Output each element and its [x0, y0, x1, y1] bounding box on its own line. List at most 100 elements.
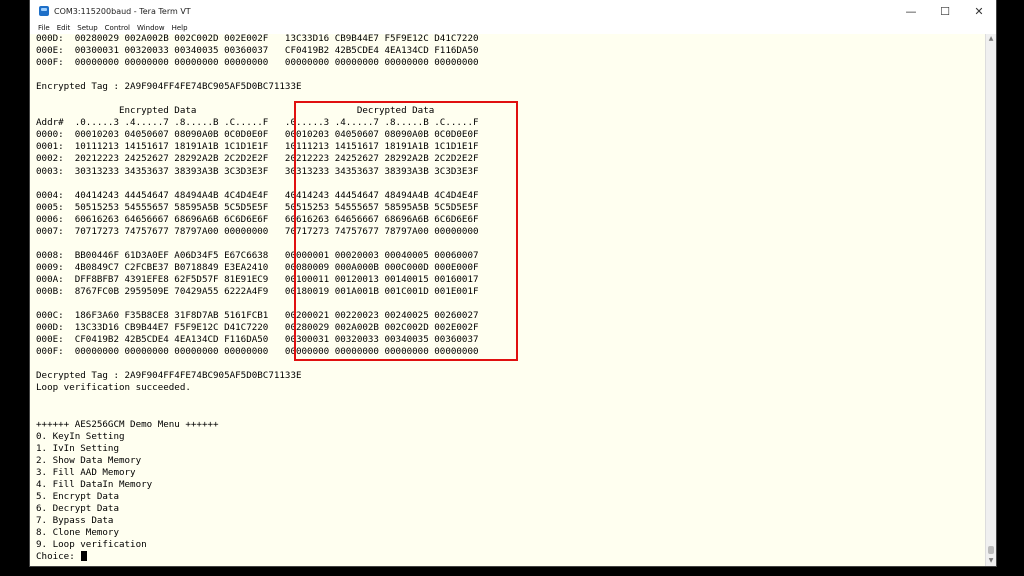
terminal-line-text: 000E: 00300031 00320033 00340035 0036003… — [36, 45, 479, 57]
terminal-line: 0001: 10111213 14151617 18191A1B 1C1D1E1… — [36, 141, 984, 153]
terminal-line: 8. Clone Memory — [36, 527, 984, 539]
terminal-line: Choice: — [36, 551, 984, 563]
terminal-line: 000D: 13C33D16 CB9B44E7 F5F9E12C D41C722… — [36, 322, 984, 334]
terminal-line: 000F: 00000000 00000000 00000000 0000000… — [36, 346, 984, 358]
window-controls: — ☐ ✕ — [894, 0, 996, 22]
maximize-icon: ☐ — [940, 4, 950, 18]
tera-term-window: COM3:115200baud - Tera Term VT — ☐ ✕ Fil… — [30, 0, 996, 566]
terminal-line: 000B: 8767FC0B 2959509E 70429A55 6222A4F… — [36, 286, 984, 298]
terminal-line: 1. IvIn Setting — [36, 443, 984, 455]
terminal-line: 0006: 60616263 64656667 68696A6B 6C6D6E6… — [36, 214, 984, 226]
terminal-line-text: 0009: 4B0849C7 C2FCBE37 B0718849 E3EA241… — [36, 261, 479, 273]
terminal-line-text: 000D: 13C33D16 CB9B44E7 F5F9E12C D41C722… — [36, 322, 479, 334]
terminal-line-text: 0. KeyIn Setting — [36, 430, 125, 442]
terminal-line: Decrypted Tag : 2A9F904FF4FE74BC905AF5D0… — [36, 370, 984, 382]
close-button[interactable]: ✕ — [962, 0, 996, 22]
terminal-line: 0007: 70717273 74757677 78797A00 0000000… — [36, 226, 984, 238]
minimize-button[interactable]: — — [894, 0, 928, 22]
terminal-line-text: 000E: CF0419B2 42B5CDE4 4EA134CD F116DA5… — [36, 334, 479, 346]
terminal-line: 0002: 20212223 24252627 28292A2B 2C2D2E2… — [36, 153, 984, 165]
terminal-line-text: 7. Bypass Data — [36, 514, 114, 526]
terminal-line: 0008: BB00446F 61D3A0EF A06D34F5 E67C663… — [36, 250, 984, 262]
terminal-line: 6. Decrypt Data — [36, 503, 984, 515]
terminal-line: 000C: 186F3A60 F35B8CE8 31F8D7AB 5161FCB… — [36, 310, 984, 322]
terminal-cursor — [81, 551, 88, 562]
menu-help[interactable]: Help — [172, 24, 188, 32]
terminal-line: 2. Show Data Memory — [36, 455, 984, 467]
terminal-line: ++++++ AES256GCM Demo Menu ++++++ — [36, 419, 984, 431]
menu-edit[interactable]: Edit — [57, 24, 71, 32]
terminal-line: Encrypted Data Decrypted Data — [36, 105, 984, 117]
terminal-line-text: 0000: 00010203 04050607 08090A0B 0C0D0E0… — [36, 129, 479, 141]
terminal-line: 0005: 50515253 54555657 58595A5B 5C5D5E5… — [36, 202, 984, 214]
terminal-line-text: Loop verification succeeded. — [36, 382, 191, 394]
terminal-line-text: 0003: 30313233 34353637 38393A3B 3C3D3E3… — [36, 165, 479, 177]
terminal-line-text: Choice: — [36, 551, 81, 563]
menu-file[interactable]: File — [38, 24, 50, 32]
terminal-line-text: 000D: 00280029 002A002B 002C002D 002E002… — [36, 33, 479, 44]
terminal-line: 000A: DFF8BFB7 4391EFE8 62F5D57F 81E91EC… — [36, 274, 984, 286]
menu-control[interactable]: Control — [105, 24, 130, 32]
terminal-line-text: 4. Fill DataIn Memory — [36, 478, 153, 490]
terminal-line-text: 1. IvIn Setting — [36, 442, 119, 454]
maximize-button[interactable]: ☐ — [928, 0, 962, 22]
terminal-line-text: 0002: 20212223 24252627 28292A2B 2C2D2E2… — [36, 153, 479, 165]
terminal-line-text: ++++++ AES256GCM Demo Menu ++++++ — [36, 418, 219, 430]
terminal-line-text: 000A: DFF8BFB7 4391EFE8 62F5D57F 81E91EC… — [36, 273, 479, 285]
terminal-line: 5. Encrypt Data — [36, 491, 984, 503]
terminal-line: 000F: 00000000 00000000 00000000 0000000… — [36, 57, 984, 69]
terminal-line: Encrypted Tag : 2A9F904FF4FE74BC905AF5D0… — [36, 81, 984, 93]
terminal-line: 9. Loop verification — [36, 539, 984, 551]
terminal-line: 0009: 4B0849C7 C2FCBE37 B0718849 E3EA241… — [36, 262, 984, 274]
tera-term-app-icon — [39, 6, 49, 16]
vertical-scrollbar[interactable]: ▲ ▼ — [985, 34, 996, 566]
title-bar[interactable]: COM3:115200baud - Tera Term VT — ☐ ✕ — [30, 0, 996, 22]
terminal-line: 000D: 00280029 002A002B 002C002D 002E002… — [36, 33, 984, 45]
terminal-line-text: 3. Fill AAD Memory — [36, 466, 136, 478]
terminal-line-text: 0005: 50515253 54555657 58595A5B 5C5D5E5… — [36, 201, 479, 213]
terminal-line-text: 5. Encrypt Data — [36, 490, 119, 502]
terminal-line: 0000: 00010203 04050607 08090A0B 0C0D0E0… — [36, 129, 984, 141]
terminal-line-text: 000C: 186F3A60 F35B8CE8 31F8D7AB 5161FCB… — [36, 310, 479, 322]
terminal-line-text: 0006: 60616263 64656667 68696A6B 6C6D6E6… — [36, 213, 479, 225]
terminal-line: Addr# .0.....3 .4.....7 .8.....B .C.....… — [36, 117, 984, 129]
terminal-line-text: Decrypted Tag : 2A9F904FF4FE74BC905AF5D0… — [36, 370, 302, 382]
scroll-thumb[interactable] — [988, 546, 994, 554]
terminal-line-text: 000B: 8767FC0B 2959509E 70429A55 6222A4F… — [36, 285, 479, 297]
terminal-line-text: 8. Clone Memory — [36, 526, 119, 538]
terminal-line: Loop verification succeeded. — [36, 382, 984, 394]
terminal-line: 000E: 00300031 00320033 00340035 0036003… — [36, 45, 984, 57]
terminal-line: 0. KeyIn Setting — [36, 431, 984, 443]
terminal-line-text: Addr# .0.....3 .4.....7 .8.....B .C.....… — [36, 117, 479, 129]
terminal-line-text: 6. Decrypt Data — [36, 502, 119, 514]
scroll-up-arrow-icon[interactable]: ▲ — [986, 34, 996, 44]
terminal-line: 4. Fill DataIn Memory — [36, 479, 984, 491]
terminal-line-text: 2. Show Data Memory — [36, 454, 142, 466]
window-title: COM3:115200baud - Tera Term VT — [54, 6, 191, 16]
terminal-line-text: 0007: 70717273 74757677 78797A00 0000000… — [36, 225, 479, 237]
terminal-line-text: 0004: 40414243 44454647 48494A4B 4C4D4E4… — [36, 189, 479, 201]
terminal-output[interactable]: 000D: 00280029 002A002B 002C002D 002E002… — [36, 33, 984, 564]
terminal-line-text: 000F: 00000000 00000000 00000000 0000000… — [36, 57, 479, 69]
terminal-line-text: 9. Loop verification — [36, 538, 147, 550]
minimize-icon: — — [905, 4, 917, 18]
terminal-line: 0004: 40414243 44454647 48494A4B 4C4D4E4… — [36, 190, 984, 202]
terminal-line-text: Encrypted Tag : 2A9F904FF4FE74BC905AF5D0… — [36, 81, 302, 93]
close-icon: ✕ — [974, 4, 984, 18]
terminal-line-text: 0001: 10111213 14151617 18191A1B 1C1D1E1… — [36, 141, 479, 153]
terminal-line: 3. Fill AAD Memory — [36, 467, 984, 479]
terminal-line-text: 0008: BB00446F 61D3A0EF A06D34F5 E67C663… — [36, 249, 479, 261]
menu-setup[interactable]: Setup — [77, 24, 97, 32]
menu-window[interactable]: Window — [137, 24, 165, 32]
scroll-down-arrow-icon[interactable]: ▼ — [986, 556, 996, 566]
terminal-line-text: Encrypted Data Decrypted Data — [36, 105, 435, 117]
terminal-line: 0003: 30313233 34353637 38393A3B 3C3D3E3… — [36, 166, 984, 178]
